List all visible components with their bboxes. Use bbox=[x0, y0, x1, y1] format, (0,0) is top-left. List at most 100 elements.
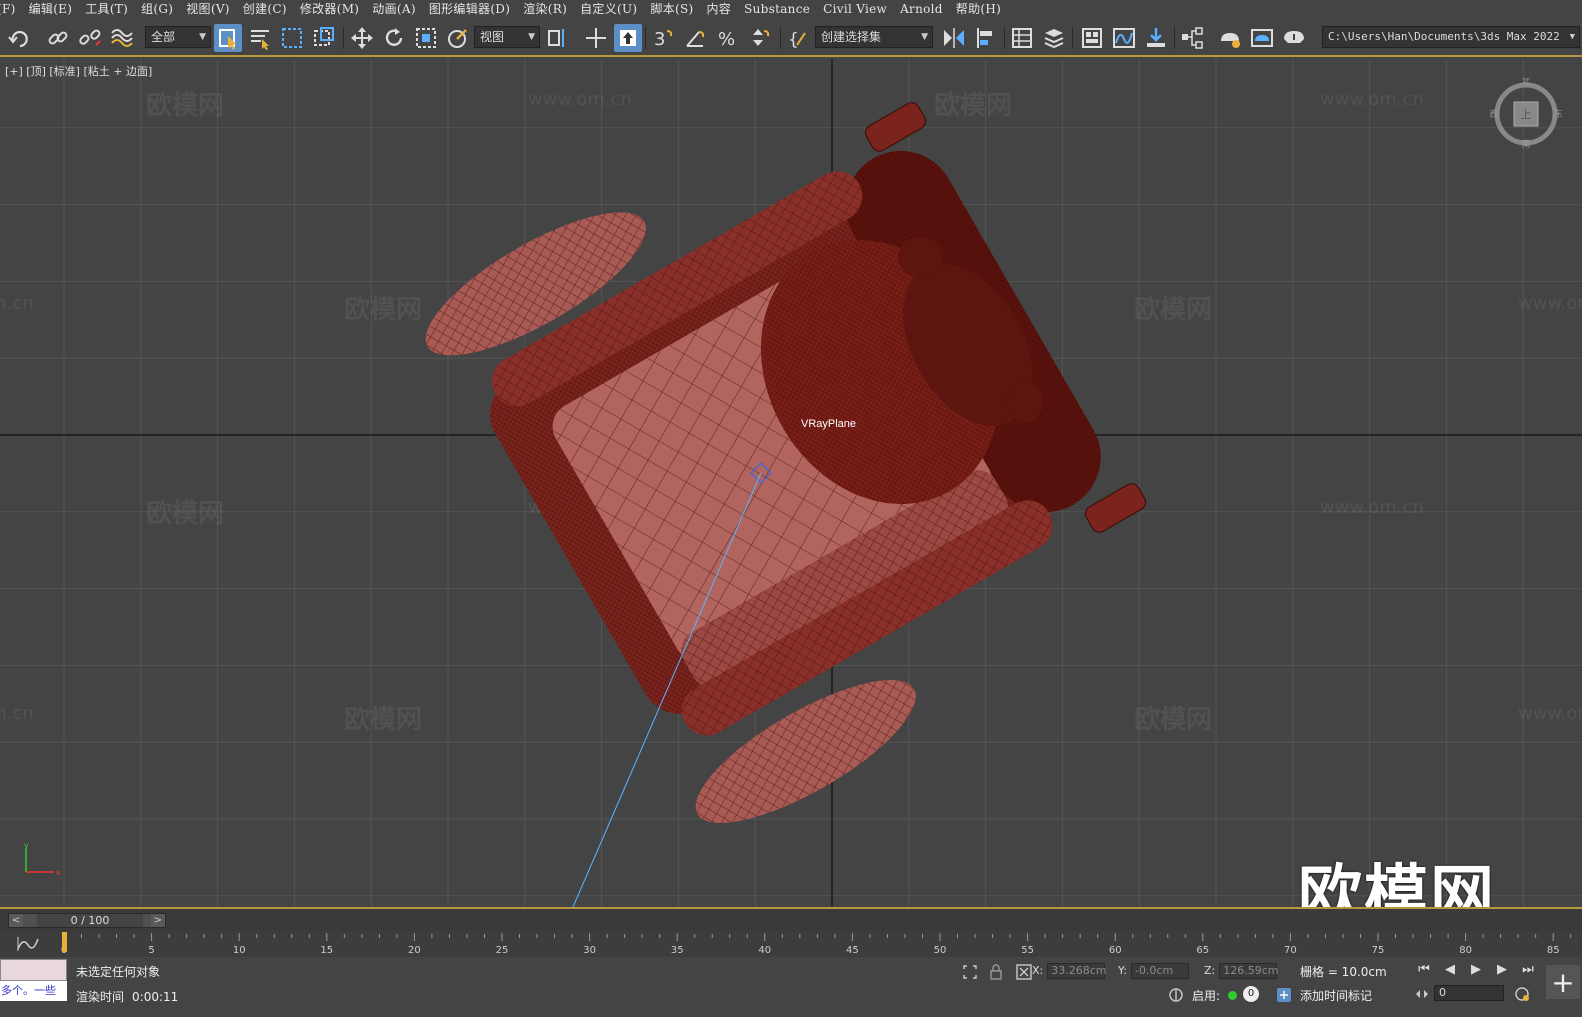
link-icon[interactable] bbox=[44, 24, 72, 52]
mini-curve-editor-icon[interactable] bbox=[16, 935, 42, 953]
layer-explorer-icon[interactable] bbox=[1008, 24, 1036, 52]
perspective-viewport[interactable]: 欧模网 www.om.cn 欧模网 www.om.cn 欧模网 欧模网 www.… bbox=[0, 59, 1582, 907]
timeline-tick-label: 85 bbox=[1547, 945, 1560, 956]
previous-frame-icon[interactable]: ◀ bbox=[1440, 961, 1460, 979]
add-time-tag[interactable]: 添加时间标记 bbox=[1300, 987, 1372, 1004]
menu-item[interactable]: 组(G) bbox=[135, 0, 180, 19]
keyboard-shortcut-override-icon[interactable] bbox=[614, 24, 642, 52]
add-button[interactable]: + bbox=[1546, 965, 1580, 999]
go-to-start-icon[interactable]: ⏮ bbox=[1414, 961, 1434, 979]
timeline-tick-label: 60 bbox=[1109, 945, 1122, 956]
menu-item[interactable]: 工具(T) bbox=[79, 0, 135, 19]
menu-item[interactable]: 渲染(R) bbox=[517, 0, 574, 19]
schematic-view-icon[interactable] bbox=[1142, 24, 1170, 52]
ribbon-toggle-icon[interactable] bbox=[1078, 24, 1106, 52]
select-object-icon[interactable] bbox=[214, 24, 242, 52]
reference-coord-dropdown[interactable]: 视图 ▼ bbox=[474, 26, 540, 48]
menu-item[interactable]: Substance bbox=[738, 0, 817, 19]
adaptive-degradation-icon[interactable] bbox=[1168, 987, 1184, 1003]
material-editor-icon[interactable] bbox=[1178, 24, 1206, 52]
rotate-icon[interactable] bbox=[380, 24, 408, 52]
timeline-ruler[interactable]: 0510152025303540455055606570758085 bbox=[60, 931, 1582, 957]
key-count-badge[interactable]: 0 bbox=[1243, 986, 1259, 1002]
percent-snap-icon[interactable]: % bbox=[714, 24, 742, 52]
go-to-end-icon[interactable]: ⏭ bbox=[1518, 961, 1538, 979]
prev-frame-button[interactable]: < bbox=[9, 914, 23, 927]
unlink-icon[interactable] bbox=[76, 24, 104, 52]
menu-item[interactable]: 脚本(S) bbox=[644, 0, 700, 19]
menu-item[interactable]: 编辑(E) bbox=[23, 0, 80, 19]
rect-region-icon[interactable] bbox=[278, 24, 306, 52]
svg-text:北: 北 bbox=[1521, 78, 1530, 87]
render-setup-icon[interactable] bbox=[1216, 24, 1244, 52]
move-icon[interactable] bbox=[348, 24, 376, 52]
menu-item[interactable]: 视图(V) bbox=[180, 0, 237, 19]
menu-item[interactable]: Arnold bbox=[894, 0, 950, 19]
wheelchair-model[interactable] bbox=[0, 59, 1582, 907]
play-icon[interactable]: ▶ bbox=[1466, 961, 1486, 979]
coord-z-label: Z: bbox=[1204, 964, 1216, 977]
menu-item[interactable]: 帮助(H) bbox=[950, 0, 1008, 19]
absolute-mode-icon[interactable] bbox=[1016, 964, 1032, 980]
track-bar[interactable]: 0510152025303540455055606570758085 bbox=[0, 931, 1582, 957]
align-icon[interactable] bbox=[972, 24, 1000, 52]
snap-3d-icon[interactable]: 3 bbox=[650, 24, 678, 52]
menu-item[interactable]: 修改器(M) bbox=[294, 0, 366, 19]
menu-item[interactable]: 自定义(U) bbox=[574, 0, 644, 19]
spinner-snap-icon[interactable] bbox=[746, 24, 774, 52]
placement-icon[interactable] bbox=[444, 24, 472, 52]
coord-y-field[interactable]: -0.0cm bbox=[1130, 963, 1189, 979]
frame-slider[interactable]: < 0 / 100 > bbox=[8, 913, 166, 928]
angle-snap-icon[interactable] bbox=[682, 24, 710, 52]
menu-item[interactable]: 动画(A) bbox=[366, 0, 423, 19]
bind-spacewarp-icon[interactable] bbox=[108, 24, 136, 52]
coord-z-field[interactable]: 126.59cm bbox=[1219, 963, 1279, 979]
next-frame-button[interactable]: > bbox=[151, 914, 165, 927]
svg-text:y: y bbox=[24, 841, 29, 850]
timeline-tick-label: 20 bbox=[408, 945, 421, 956]
curve-editor-icon[interactable] bbox=[1110, 24, 1138, 52]
time-slider[interactable]: < 0 / 100 > bbox=[0, 907, 1582, 931]
menu-item[interactable]: 图形编辑器(D) bbox=[423, 0, 517, 19]
scale-icon[interactable] bbox=[412, 24, 440, 52]
edit-named-selection-icon[interactable]: { bbox=[784, 24, 812, 52]
menu-item[interactable]: 创建(C) bbox=[237, 0, 294, 19]
next-frame-icon[interactable]: ▶ bbox=[1492, 961, 1512, 979]
svg-text:南: 南 bbox=[1521, 138, 1530, 148]
menu-item[interactable]: Civil View bbox=[817, 0, 894, 19]
select-by-name-icon[interactable] bbox=[246, 24, 274, 52]
toolbar-separator bbox=[645, 27, 646, 49]
timeline-tick-label: 5 bbox=[148, 945, 154, 956]
toggle-layers-icon[interactable] bbox=[1040, 24, 1068, 52]
current-frame-field[interactable]: 0 bbox=[1434, 985, 1504, 1001]
maxscript-listener[interactable]: 多个。一些 bbox=[0, 959, 67, 1003]
render-production-icon[interactable] bbox=[1280, 24, 1308, 52]
pivot-center-icon[interactable] bbox=[544, 24, 572, 52]
time-tag-icon[interactable] bbox=[1276, 987, 1292, 1003]
mirror-icon[interactable] bbox=[940, 24, 968, 52]
coord-y: Y: -0.0cm bbox=[1118, 963, 1189, 979]
key-mode-icon[interactable] bbox=[1414, 986, 1430, 1002]
lock-icon[interactable] bbox=[988, 964, 1004, 980]
time-configuration-icon[interactable] bbox=[1514, 986, 1530, 1002]
time-slider-handle[interactable] bbox=[62, 932, 67, 952]
menu-item[interactable]: 内容 bbox=[700, 0, 738, 19]
named-selection-dropdown[interactable]: 创建选择集 ▼ bbox=[815, 26, 933, 48]
watermark-logo: 欧模网 bbox=[1298, 859, 1496, 907]
menu-item[interactable]: (F) bbox=[0, 0, 23, 19]
select-manipulate-icon[interactable] bbox=[582, 24, 610, 52]
coord-x-field[interactable]: 33.268cm bbox=[1047, 963, 1107, 979]
rendered-frame-window-icon[interactable] bbox=[1248, 24, 1276, 52]
redo-icon[interactable] bbox=[6, 24, 34, 52]
maxscript-input[interactable] bbox=[0, 959, 67, 981]
maxscript-output[interactable]: 多个。一些 bbox=[0, 981, 67, 1001]
window-crossing-icon[interactable] bbox=[310, 24, 338, 52]
selection-filter-dropdown[interactable]: 全部 ▼ bbox=[145, 26, 211, 48]
project-path-dropdown[interactable]: C:\Users\Han\Documents\3ds Max 2022 ▼ bbox=[1322, 26, 1580, 48]
viewport-label[interactable]: [+] [顶] [标准] [粘土 + 边面] bbox=[5, 63, 152, 79]
isolate-selection-icon[interactable] bbox=[962, 964, 978, 980]
status-bar: 多个。一些 未选定任何对象 渲染时间 0:00:11 X: 33.268cm Y: -… bbox=[0, 957, 1582, 1017]
frame-display[interactable]: 0 / 100 bbox=[37, 914, 143, 927]
viewcube-icon[interactable]: 上 北 南 东 西 bbox=[1490, 78, 1562, 148]
svg-text:x: x bbox=[56, 868, 61, 877]
